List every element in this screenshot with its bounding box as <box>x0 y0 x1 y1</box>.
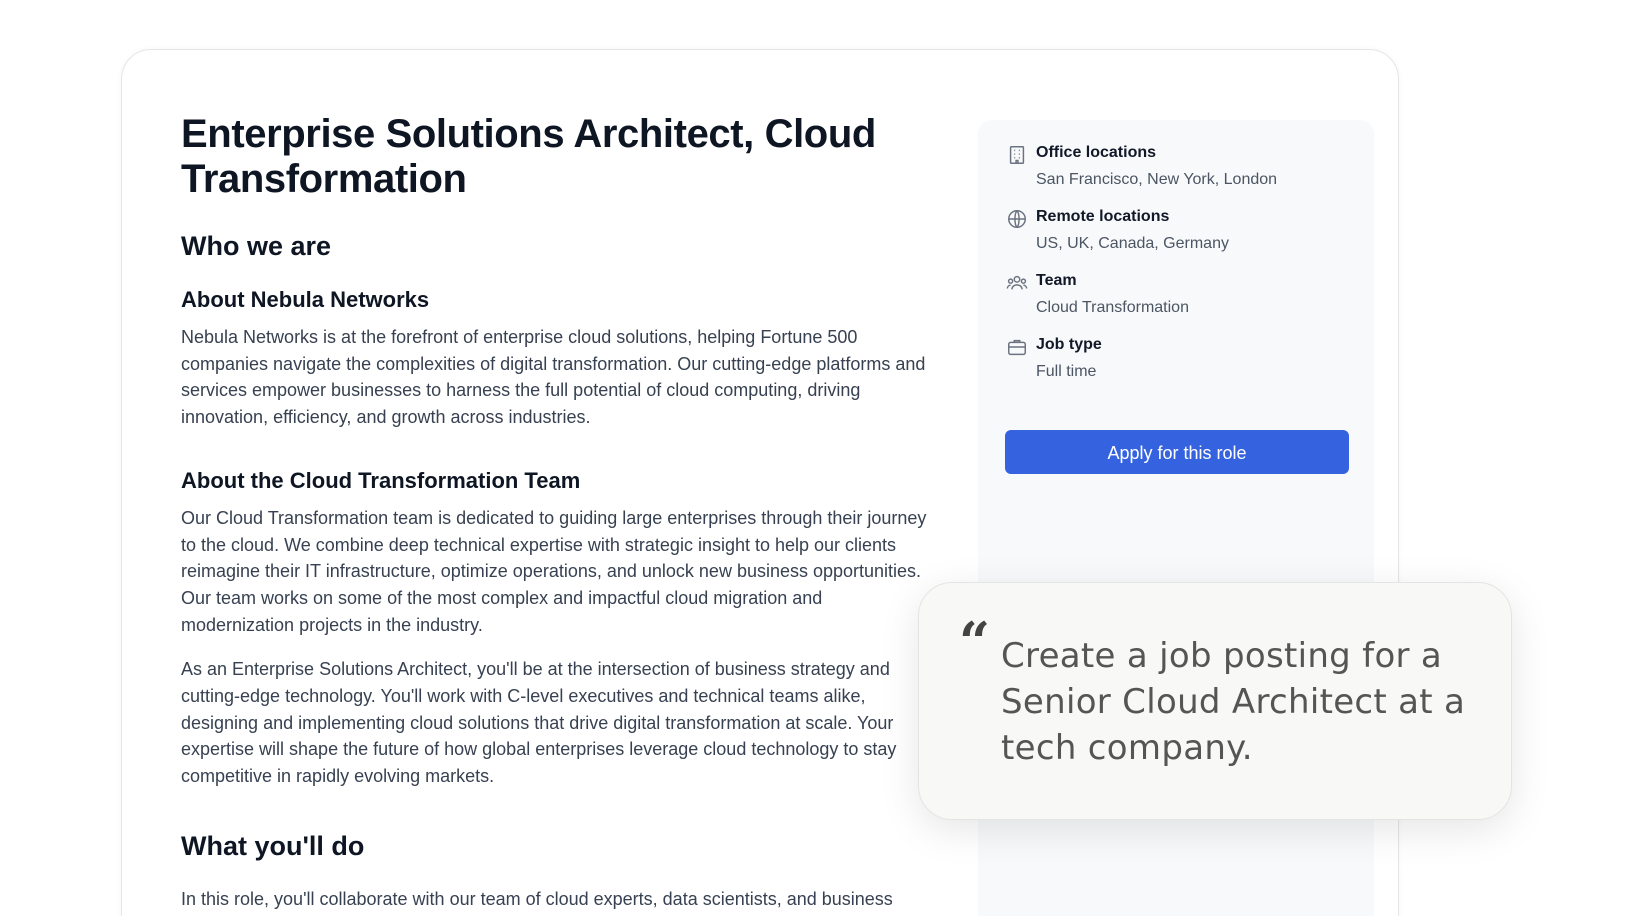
prompt-text: Create a job posting for a Senior Cloud … <box>1001 636 1466 768</box>
team-label: Team <box>1036 272 1077 289</box>
people-icon <box>1006 275 1028 290</box>
job-type-label: Job type <box>1036 336 1102 353</box>
quote-mark-icon: “ <box>959 610 991 674</box>
about-company-heading: About Nebula Networks <box>181 287 430 312</box>
job-type-value: Full time <box>1036 363 1097 380</box>
role-text: As an Enterprise Solutions Architect, yo… <box>181 659 897 787</box>
prompt-quote-card: “ Create a job posting for a Senior Clou… <box>918 582 1512 820</box>
globe-icon <box>1008 210 1026 228</box>
job-description: Enterprise Solutions Architect, Cloud Tr… <box>181 112 931 916</box>
remote-locations-value: US, UK, Canada, Germany <box>1036 235 1229 252</box>
who-we-are-heading: Who we are <box>181 231 332 261</box>
office-locations-label: Office locations <box>1036 144 1157 161</box>
team-value: Cloud Transformation <box>1036 299 1189 316</box>
about-team-text: Our Cloud Transformation team is dedicat… <box>181 507 927 635</box>
what-youll-do-text: In this role, you'll collaborate with ou… <box>181 888 893 916</box>
remote-locations-label: Remote locations <box>1036 208 1170 225</box>
what-youll-do-heading: What you'll do <box>181 830 365 861</box>
page: Enterprise Solutions Architect, Cloud Tr… <box>0 0 1628 916</box>
about-team-heading: About the Cloud Transformation Team <box>181 467 581 493</box>
apply-button[interactable]: Apply for this role <box>1005 430 1349 474</box>
job-title: Enterprise Solutions Architect, Cloud Tr… <box>181 112 876 201</box>
briefcase-icon <box>1008 339 1026 356</box>
office-locations-value: San Francisco, New York, London <box>1036 171 1278 188</box>
building-icon <box>1009 146 1025 164</box>
about-company-text: Nebula Networks is at the forefront of e… <box>181 327 926 428</box>
